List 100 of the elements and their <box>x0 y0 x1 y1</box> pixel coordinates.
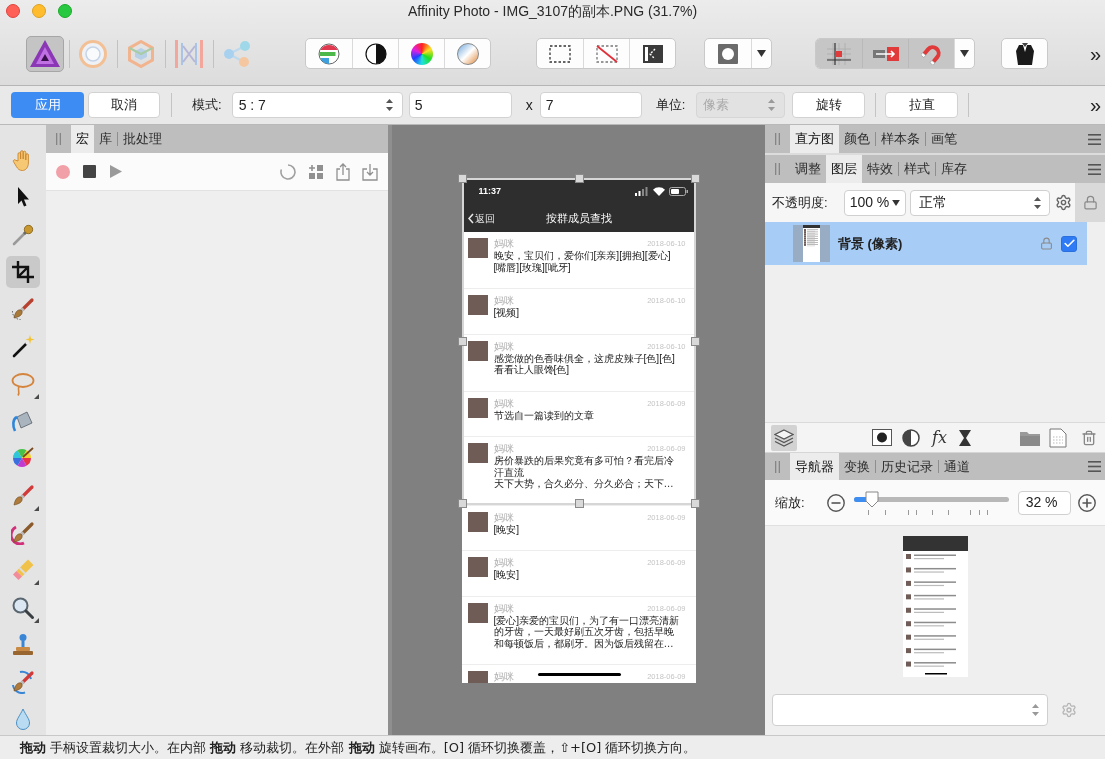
stepper-arrows-icon <box>1033 196 1041 209</box>
overflow-button[interactable]: » <box>1089 42 1101 65</box>
crop-handle[interactable] <box>690 499 700 508</box>
panel-tab[interactable]: 库 <box>94 125 117 153</box>
grip-handle-icon[interactable] <box>775 460 780 473</box>
close-button[interactable] <box>6 4 20 18</box>
swirl-brush-icon <box>11 670 35 695</box>
avatar-photo <box>467 557 488 577</box>
add-grid-icon[interactable] <box>308 163 324 180</box>
crop-handle[interactable] <box>457 499 467 508</box>
crop-handle[interactable] <box>690 337 700 346</box>
sender-name: 妈咪 <box>493 295 514 307</box>
panel-tab[interactable]: 库存 <box>936 155 972 183</box>
record-icon[interactable] <box>56 164 70 179</box>
layer-name: 背景 (像素) <box>838 234 903 253</box>
crop-handle[interactable] <box>457 337 467 346</box>
settings-icon[interactable] <box>1054 194 1072 211</box>
folder-icon[interactable] <box>1019 429 1040 446</box>
mask-icon[interactable] <box>872 429 892 446</box>
fx-button[interactable]: fx <box>932 428 947 447</box>
persona-button[interactable] <box>26 35 64 72</box>
panel-tab[interactable]: 批处理 <box>118 125 167 153</box>
message-text: [爱心]亲爱的宝贝们，为了有一口漂亮清新的牙齿，一天最好刷五次牙齿，包括早晚和每顿饭后，都刷牙。因为饭后残留在… <box>493 614 681 649</box>
battery-icon <box>668 187 688 196</box>
panel-tab[interactable]: 直方图 <box>790 125 839 153</box>
slider-thumb[interactable] <box>865 490 880 508</box>
panel-tab[interactable]: 颜色 <box>839 125 875 153</box>
message-text: 晚安，宝贝们，爱你们[亲亲][拥抱][爱心][嘴唇][玫瑰][呲牙] <box>493 250 672 273</box>
panel-tab[interactable]: 导航器 <box>790 453 839 480</box>
back-chevron-icon <box>467 213 474 224</box>
layer-thumbnail-drawing <box>793 225 830 262</box>
menu-icon[interactable] <box>1088 163 1101 175</box>
grip-handle-icon[interactable] <box>775 163 780 175</box>
blend-mode-dropdown[interactable]: 正常 <box>909 189 1050 216</box>
stop-icon[interactable] <box>83 165 96 178</box>
assistant-button[interactable] <box>1001 38 1048 69</box>
straighten-button[interactable]: 拉直 <box>885 92 959 118</box>
panel-tab[interactable]: 宏 <box>71 125 94 153</box>
visibility-checkbox[interactable] <box>1061 235 1077 252</box>
zoom-value-field[interactable]: 32 % <box>1017 490 1071 515</box>
menu-icon[interactable] <box>1088 461 1101 472</box>
play-icon[interactable] <box>110 165 122 178</box>
panel-tab[interactable]: 特效 <box>862 155 898 183</box>
panel-tab[interactable]: 画笔 <box>926 125 962 153</box>
minimize-button[interactable] <box>32 4 46 18</box>
half-circle-icon[interactable] <box>902 428 920 447</box>
arrow-into-box-icon <box>872 46 899 61</box>
opacity-dropdown[interactable]: 100 % <box>843 189 906 216</box>
zoom-button[interactable] <box>58 4 72 18</box>
avatar-photo <box>467 443 488 463</box>
avatar-photo <box>467 340 488 361</box>
caret-icon <box>960 50 969 57</box>
message-text: 感觉做的色香味俱全，这虎皮辣子[色][色]看看让人眼馋[色] <box>493 352 676 376</box>
crop-handle[interactable] <box>574 499 584 508</box>
hourglass-icon[interactable] <box>958 429 971 446</box>
contrast-icon <box>364 42 387 65</box>
panel-tab[interactable]: 样本条 <box>876 125 925 153</box>
panel-tab[interactable]: 图层 <box>826 155 862 183</box>
crop-frame[interactable] <box>461 178 696 505</box>
panel-tab[interactable]: 历史记录 <box>876 453 938 480</box>
dropdown-field[interactable] <box>772 694 1048 726</box>
brush-icon <box>11 297 35 322</box>
rotate-button[interactable]: 旋转 <box>792 92 866 118</box>
back-button[interactable]: 返回 <box>467 211 495 226</box>
zoom-in-icon[interactable] <box>1077 493 1096 512</box>
share-icon[interactable] <box>336 162 350 181</box>
status-hint: 拖动 手柄设置裁切大小。在内部 拖动 移动裁切。在外部 拖动 旋转画布。[O] 循环切换覆盖，⇧+[O] 循环切换方向。 <box>20 738 697 757</box>
grip-handle-icon[interactable] <box>775 133 780 145</box>
snap-to-box-button[interactable] <box>862 39 908 68</box>
layers-icon <box>774 428 794 447</box>
refresh-icon[interactable] <box>280 163 296 180</box>
crop-handle[interactable] <box>457 174 467 183</box>
grid-snap-button[interactable] <box>816 39 862 68</box>
stepper-arrows-icon <box>768 99 776 111</box>
new-document-icon[interactable] <box>1048 427 1067 448</box>
panel-tab[interactable]: 变换 <box>839 453 875 480</box>
mode-dropdown[interactable]: 5 : 7 <box>231 92 403 118</box>
height-field[interactable]: 7 <box>539 92 642 118</box>
zoom-out-icon[interactable] <box>826 493 845 512</box>
overflow-button[interactable]: » <box>1089 94 1101 116</box>
menu-icon[interactable] <box>1088 133 1101 145</box>
layers-button[interactable] <box>771 424 797 451</box>
tool-button[interactable] <box>6 255 40 288</box>
download-icon[interactable] <box>362 162 378 181</box>
stamp-icon <box>11 632 35 657</box>
zoom-label: 缩放: <box>775 493 805 512</box>
crop-handle[interactable] <box>690 174 700 183</box>
panel-tab[interactable]: 通道 <box>939 453 975 480</box>
crop-handle[interactable] <box>574 174 584 183</box>
circle-in-square-icon <box>718 43 738 64</box>
panel-tab[interactable]: 调整 <box>790 155 826 183</box>
width-field[interactable]: 5 <box>408 92 512 118</box>
cancel-button[interactable]: 取消 <box>88 92 160 118</box>
color-wheel-icon <box>410 42 433 65</box>
trash-icon[interactable] <box>1080 428 1097 447</box>
panel-tab[interactable]: 样式 <box>899 155 935 183</box>
layer-row[interactable]: 背景 (像素) <box>765 222 1087 265</box>
wifi-icon <box>652 187 665 196</box>
zoom-slider[interactable] <box>853 490 1009 509</box>
grip-handle-icon[interactable] <box>56 133 61 145</box>
